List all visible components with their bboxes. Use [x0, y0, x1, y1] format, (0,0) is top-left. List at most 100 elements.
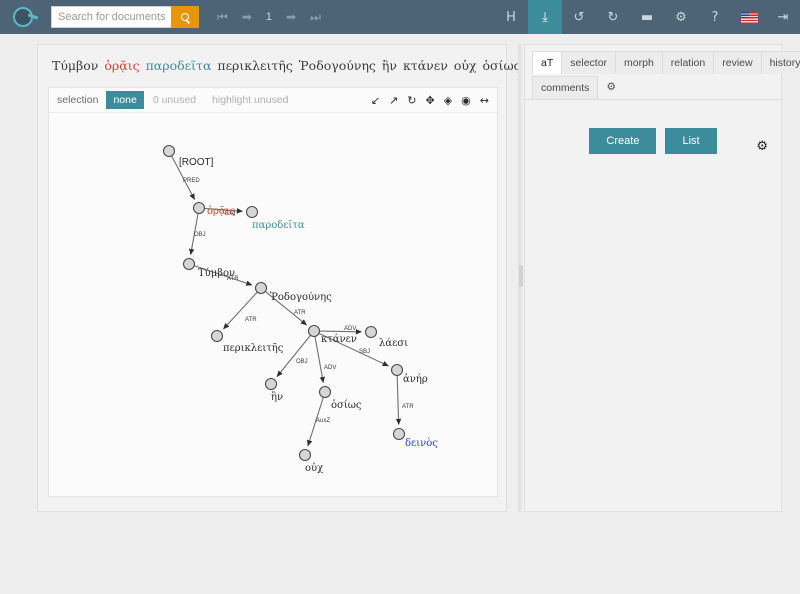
highlight-unused-button[interactable]: highlight unused: [212, 94, 288, 106]
tree-edge[interactable]: [276, 334, 311, 377]
focus-circle-icon[interactable]: ◉: [461, 95, 471, 106]
search-area: [51, 6, 199, 28]
help-button[interactable]: ?: [698, 0, 732, 34]
panel-divider-handle[interactable]: [519, 265, 523, 287]
tab-bar: aT selector morph relation review history com…: [525, 45, 800, 100]
horizontal-resize-icon[interactable]: ↔: [480, 95, 489, 106]
tree-edge[interactable]: [223, 291, 258, 330]
last-page-icon[interactable]: ⏭: [310, 11, 321, 23]
download-button[interactable]: ⤓: [528, 0, 562, 34]
tree-node[interactable]: [182, 257, 196, 271]
tab-history[interactable]: history: [760, 51, 800, 74]
tree-node-label[interactable]: ἣν: [271, 392, 283, 403]
tree-node[interactable]: [210, 329, 224, 343]
focus-filled-icon[interactable]: ◈: [444, 95, 452, 106]
tree-node-label[interactable]: λάεσι: [379, 338, 408, 349]
save-button[interactable]: H: [494, 0, 528, 34]
sentence-word[interactable]: ὁρᾷις: [104, 58, 143, 73]
tree-node[interactable]: [390, 363, 404, 377]
pagination: ⏮ ➡ 1 ➡ ⏭: [217, 11, 321, 23]
side-panel: aT selector morph relation review history com…: [524, 44, 800, 512]
edge-label[interactable]: ADV: [344, 326, 356, 332]
redo-button[interactable]: ↻: [596, 0, 630, 34]
refresh-icon[interactable]: ↻: [407, 95, 416, 106]
move-icon[interactable]: ✥: [425, 95, 434, 106]
tab-morph[interactable]: morph: [615, 51, 663, 74]
tab-gear-icon[interactable]: ⚙: [597, 76, 624, 99]
next-page-icon[interactable]: ➡: [286, 11, 296, 23]
tree-node-label[interactable]: οὐχ: [305, 463, 323, 474]
edge-label[interactable]: ATR: [245, 317, 257, 323]
edge-label[interactable]: OBJ: [296, 359, 308, 365]
tree-node[interactable]: [392, 427, 406, 441]
search-button[interactable]: [171, 6, 199, 28]
tree-container: selection none 0 unused highlight unused…: [48, 87, 498, 497]
tree-node-label[interactable]: ἀνήρ: [403, 374, 428, 385]
sentence-word[interactable]: κτάνεν: [403, 58, 452, 73]
tab-review[interactable]: review: [713, 51, 762, 74]
tab-at[interactable]: aT: [532, 51, 563, 74]
comment-button[interactable]: ▬: [630, 0, 664, 34]
edge-label[interactable]: SBJ: [359, 349, 370, 355]
previous-page-icon[interactable]: ➡: [242, 11, 252, 23]
edge-label[interactable]: ATR: [402, 404, 414, 410]
page-number[interactable]: 1: [266, 11, 272, 23]
tree-node[interactable]: [162, 144, 176, 158]
collapse-icon[interactable]: ↙: [371, 95, 380, 106]
flag-icon: [740, 11, 758, 23]
tree-node-label[interactable]: περικλειτῆς: [223, 343, 284, 354]
sentence-word[interactable]: οὐχ: [454, 58, 481, 73]
tree-node[interactable]: [364, 325, 378, 339]
expand-icon[interactable]: ↗: [389, 95, 398, 106]
first-page-icon[interactable]: ⏮: [217, 11, 228, 23]
edge-label[interactable]: OBJ: [194, 232, 206, 238]
toolbar-buttons: H ⤓ ↺ ↻ ▬ ⚙ ? ⇥: [494, 0, 800, 34]
tree-node-label[interactable]: Τύμβον: [198, 268, 235, 279]
app-logo-icon[interactable]: [4, 0, 42, 34]
search-icon: [181, 13, 189, 21]
search-input[interactable]: [51, 6, 171, 28]
tree-tool-icons: ↙ ↗ ↻ ✥ ◈ ◉ ↔: [371, 95, 489, 106]
tree-node[interactable]: [318, 385, 332, 399]
tree-node-label[interactable]: [ROOT]: [179, 157, 214, 168]
settings-button[interactable]: ⚙: [664, 0, 698, 34]
edge-label[interactable]: AuxZ: [316, 418, 330, 424]
tree-node[interactable]: [192, 201, 206, 215]
dependency-tree-graph: PREDExdOBJATRATRATRADVOBJADVSBJAuxZATR […: [162, 144, 438, 474]
language-button[interactable]: [732, 0, 766, 34]
edge-label[interactable]: ADV: [324, 365, 336, 371]
sentence-word[interactable]: Ῥοδογούνης: [299, 58, 380, 73]
tree-node[interactable]: [245, 205, 259, 219]
list-button[interactable]: List: [665, 128, 717, 154]
sentence-word[interactable]: ἣν: [382, 58, 401, 73]
edge-label[interactable]: ATR: [294, 310, 306, 316]
tree-node-label[interactable]: Ῥοδογούνης: [270, 292, 332, 303]
create-button[interactable]: Create: [589, 128, 657, 154]
selection-value[interactable]: none: [106, 91, 144, 109]
tab-selector[interactable]: selector: [561, 51, 617, 74]
sentence-word[interactable]: Τύμβον: [52, 58, 102, 73]
logout-button[interactable]: ⇥: [766, 0, 800, 34]
settings-gear-icon[interactable]: ⚙: [756, 139, 768, 154]
edge-label[interactable]: PRED: [183, 178, 200, 184]
tree-node-label[interactable]: παροδεῖτα: [252, 220, 305, 231]
tree-node-label[interactable]: ὁσίως: [331, 400, 362, 411]
tab-relation[interactable]: relation: [661, 51, 715, 74]
sentence-word[interactable]: παροδεῖτα: [146, 58, 216, 73]
tree-node[interactable]: [298, 448, 312, 462]
tree-node[interactable]: [264, 377, 278, 391]
undo-button[interactable]: ↺: [562, 0, 596, 34]
panel-action-buttons: Create List: [525, 128, 781, 154]
tree-node-label[interactable]: ὁρᾷις: [207, 206, 236, 217]
sentence-word[interactable]: περικλειτῆς: [217, 58, 296, 73]
tree-node-label[interactable]: κτάνεν: [321, 334, 357, 345]
tab-row-primary: aT selector morph relation review history: [532, 51, 800, 74]
tree-canvas[interactable]: PRED Exd OBJ ATR ATR ATR ADV OBJ ADV SBJ AuxZ ATR […: [49, 114, 497, 496]
selection-label: selection: [57, 94, 99, 106]
tree-node[interactable]: [254, 281, 268, 295]
document-panel: Τύμβον ὁρᾷις παροδεῖτα περικλειτῆς Ῥοδογ…: [37, 44, 647, 512]
tab-comments[interactable]: comments: [532, 76, 599, 99]
tree-edge[interactable]: [395, 375, 402, 425]
tree-node[interactable]: [307, 324, 321, 338]
tree-node-label[interactable]: δεινὸς: [405, 438, 438, 449]
